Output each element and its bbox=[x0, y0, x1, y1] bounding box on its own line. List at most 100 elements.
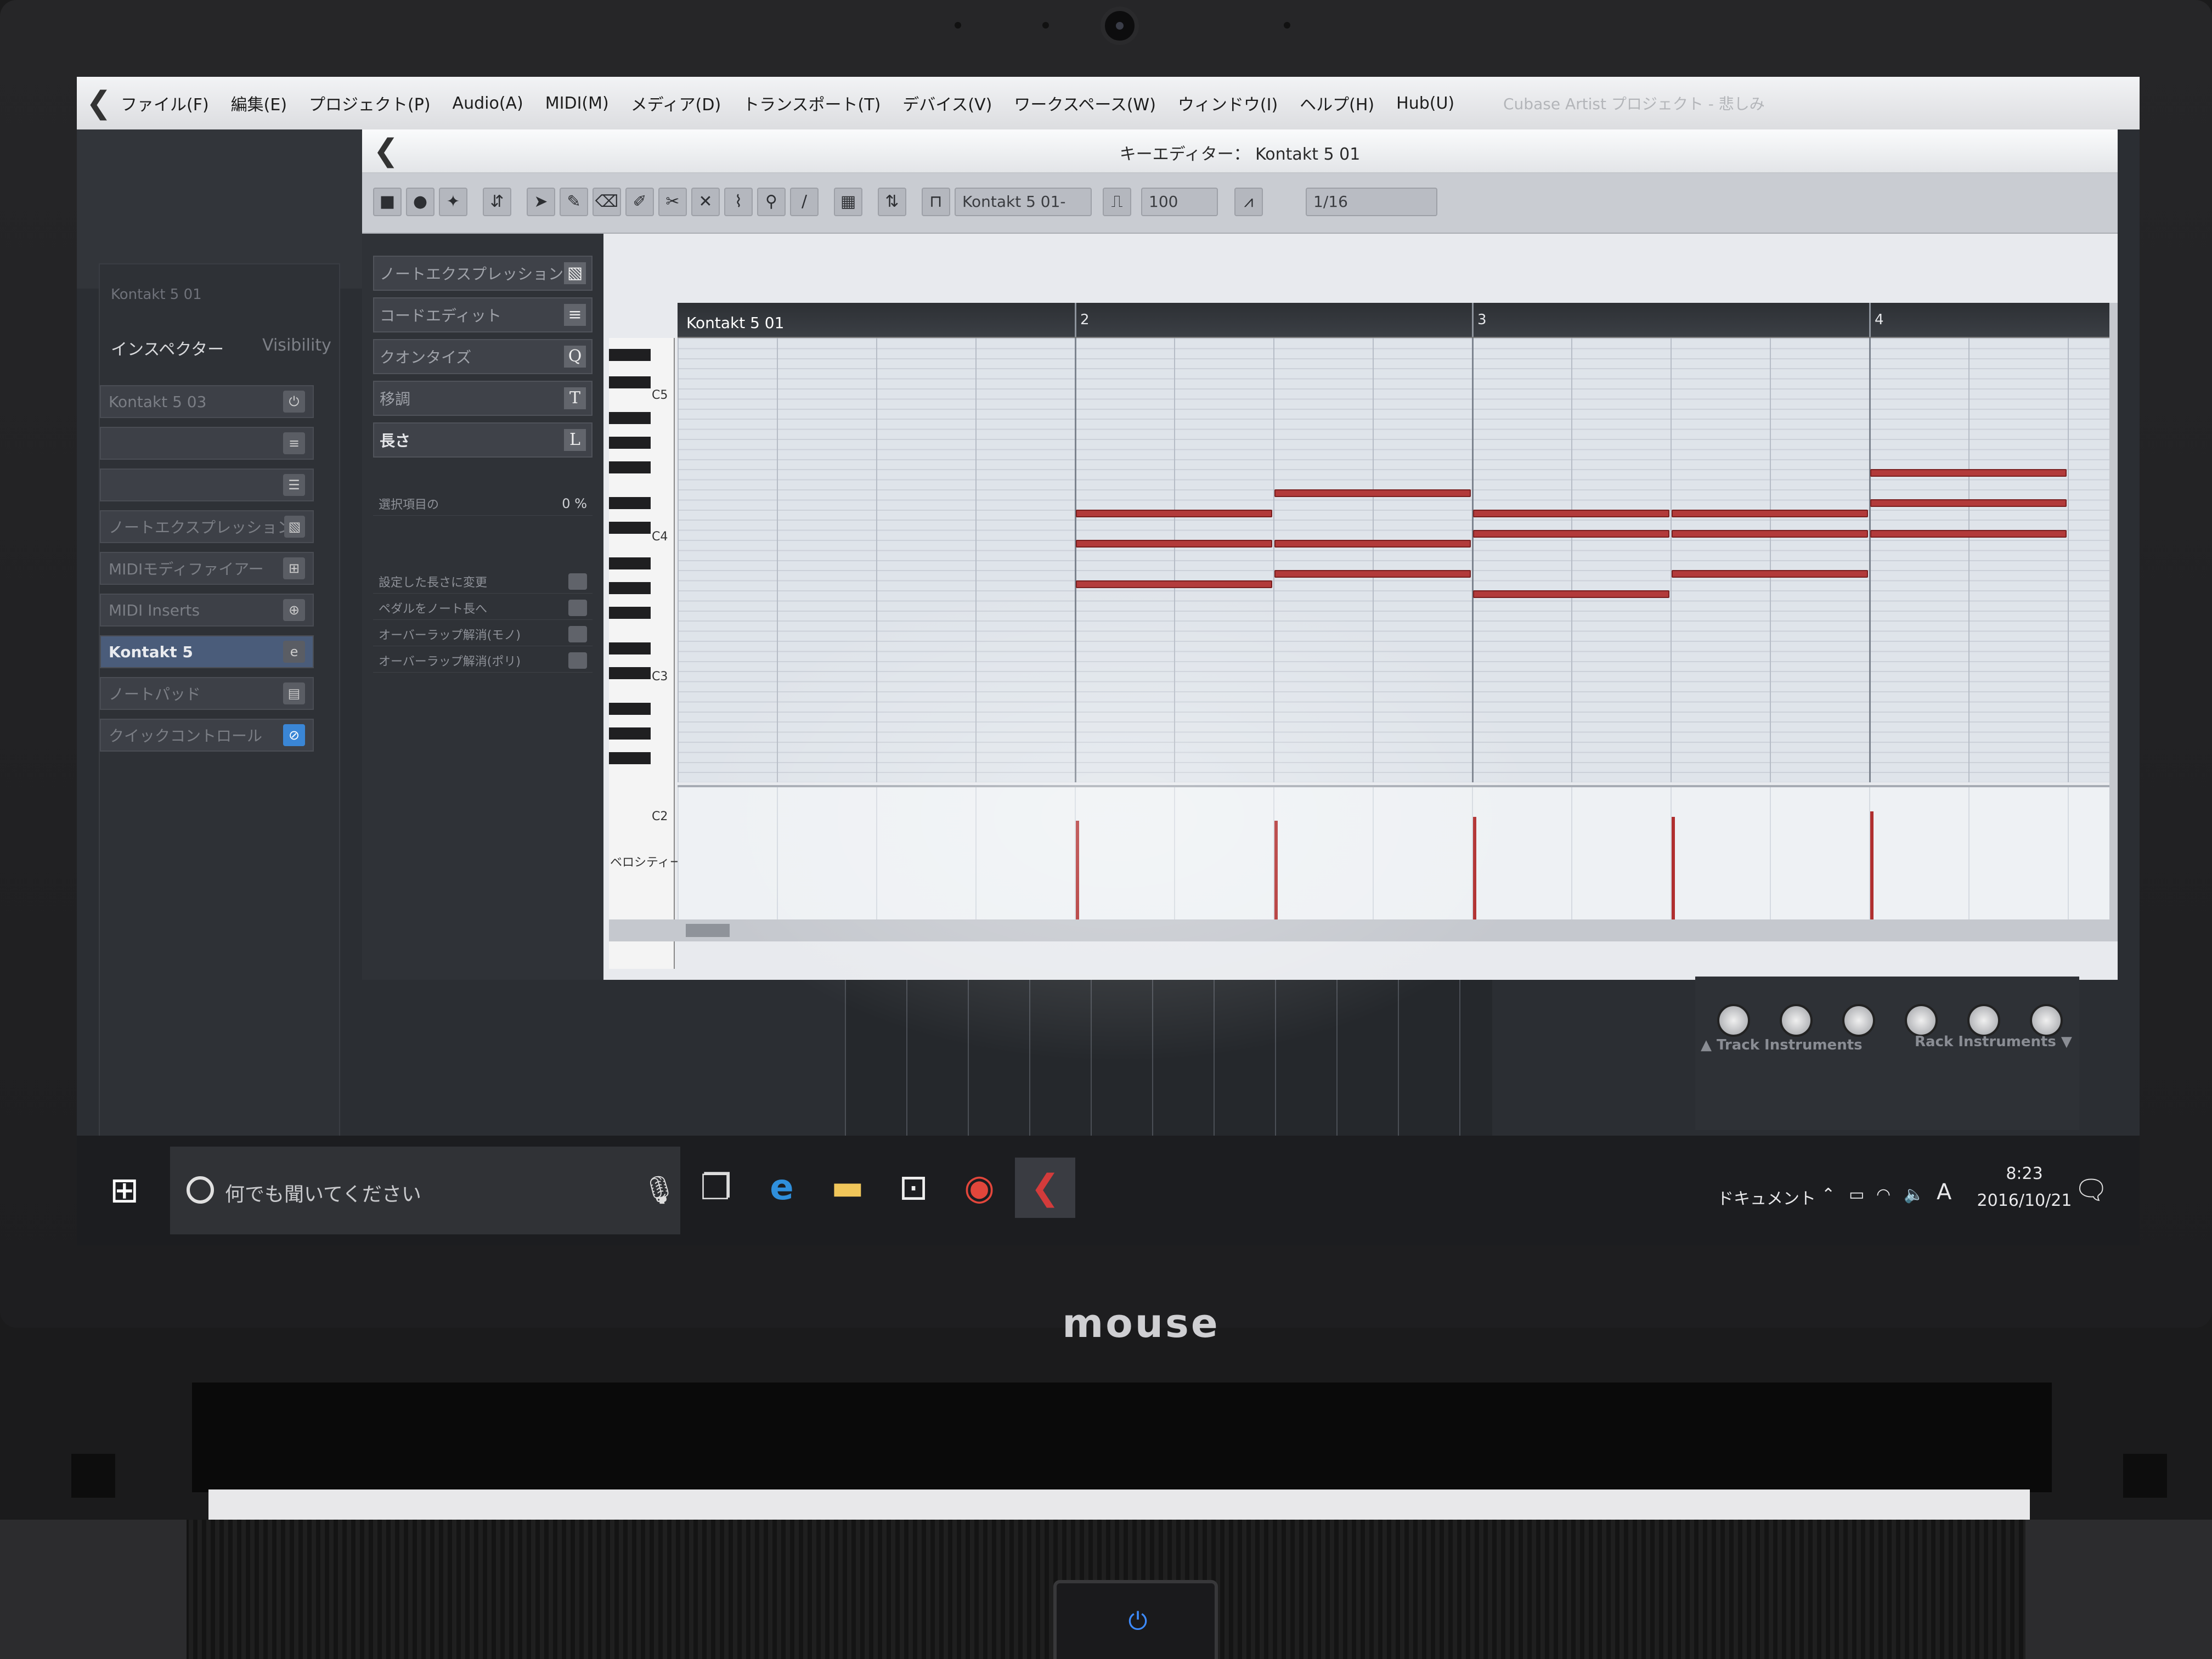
timeline-ruler[interactable]: Kontakt 5 01 2 3 4 bbox=[678, 303, 2109, 338]
midi-note[interactable] bbox=[1473, 590, 1669, 598]
menu-file[interactable]: ファイル(F) bbox=[121, 91, 209, 115]
inspector-row-instrument[interactable]: Kontakt 5 03 ⏻ bbox=[100, 385, 314, 418]
black-key[interactable] bbox=[609, 522, 651, 534]
menu-edit[interactable]: 編集(E) bbox=[231, 91, 287, 115]
velocity-lane[interactable] bbox=[678, 785, 2109, 919]
inspector-row-midi-inserts[interactable]: MIDI Inserts ⊕ bbox=[100, 594, 314, 627]
midi-note[interactable] bbox=[1076, 540, 1272, 548]
velocity-bar[interactable] bbox=[1870, 811, 1874, 919]
power-icon[interactable]: ⏻ bbox=[283, 391, 305, 413]
quick-control-icon[interactable]: ⊘ bbox=[283, 724, 305, 746]
piano-keyboard[interactable]: C5 C4 C3 C2 bbox=[609, 338, 675, 969]
midi-note[interactable] bbox=[1672, 529, 1868, 538]
black-key[interactable] bbox=[609, 412, 651, 424]
menu-audio[interactable]: Audio(A) bbox=[453, 94, 523, 113]
glue-tool-icon[interactable]: ⌇ bbox=[724, 188, 753, 216]
black-key[interactable] bbox=[609, 497, 651, 509]
quick-control-knob[interactable] bbox=[1905, 1004, 1938, 1037]
apply-icon[interactable] bbox=[568, 625, 587, 642]
inspector-row-quick-controls[interactable]: クイックコントロール ⊘ bbox=[100, 719, 314, 752]
apply-icon[interactable] bbox=[568, 652, 587, 669]
battery-icon[interactable]: ▭ bbox=[1849, 1185, 1864, 1204]
midi-note[interactable] bbox=[1870, 469, 2067, 477]
panel-pedal-to-length[interactable]: ペダルをノート長へ bbox=[373, 596, 592, 620]
menu-devices[interactable]: デバイス(V) bbox=[902, 91, 992, 115]
inspector-row[interactable]: ≡ bbox=[100, 427, 314, 460]
menu-window[interactable]: ウィンドウ(I) bbox=[1178, 91, 1278, 115]
black-key[interactable] bbox=[609, 607, 651, 619]
track-instruments-tab[interactable]: ▲ Track Instruments bbox=[1701, 1037, 1863, 1053]
menu-media[interactable]: メディア(D) bbox=[631, 91, 721, 115]
cortana-search-box[interactable]: 何でも聞いてください 🎙 bbox=[170, 1147, 680, 1234]
black-key[interactable] bbox=[609, 437, 651, 449]
snap-icon[interactable]: ⇅ bbox=[878, 188, 906, 216]
rack-instruments-tab[interactable]: Rack Instruments ▼ bbox=[1915, 1034, 2072, 1050]
microphone-icon[interactable]: 🎙 bbox=[642, 1174, 676, 1206]
menu-help[interactable]: ヘルプ(H) bbox=[1300, 91, 1374, 115]
cut-tool-icon[interactable]: ✕ bbox=[691, 188, 720, 216]
tab-visibility[interactable]: Visibility bbox=[262, 336, 331, 360]
black-key[interactable] bbox=[609, 642, 651, 654]
panel-transpose[interactable]: 移調 T bbox=[373, 381, 592, 416]
apply-icon[interactable] bbox=[568, 599, 587, 616]
quick-control-knob[interactable] bbox=[1780, 1004, 1813, 1037]
panel-length[interactable]: 長さ L bbox=[373, 422, 592, 458]
tab-inspector[interactable]: インスペクター bbox=[111, 336, 224, 360]
toolbar-documents[interactable]: ドキュメント bbox=[1717, 1185, 1816, 1209]
midi-note[interactable] bbox=[1076, 509, 1272, 517]
eraser-tool-icon[interactable]: ⌫ bbox=[592, 188, 621, 216]
midi-note[interactable] bbox=[1274, 489, 1471, 497]
power-icon[interactable]: ⏻ bbox=[1127, 1610, 1149, 1634]
edge-browser-icon[interactable]: e bbox=[752, 1158, 812, 1218]
midi-note[interactable] bbox=[1274, 540, 1471, 548]
inspector-row-note-expression[interactable]: ノートエクスプレッション ▧ bbox=[100, 510, 314, 543]
black-key[interactable] bbox=[609, 667, 651, 679]
black-key[interactable] bbox=[609, 349, 651, 361]
scroll-thumb[interactable] bbox=[686, 924, 730, 937]
black-key[interactable] bbox=[609, 557, 651, 569]
zoom-tool-icon[interactable]: ⚲ bbox=[757, 188, 786, 216]
inspector-row[interactable]: ☰ bbox=[100, 469, 314, 501]
windows-start-icon[interactable]: ⊞ bbox=[110, 1169, 154, 1212]
midi-note[interactable] bbox=[1672, 509, 1868, 517]
menu-transport[interactable]: トランスポート(T) bbox=[743, 91, 881, 115]
inspector-row-midi-modifiers[interactable]: MIDIモディファイアー ⊞ bbox=[100, 552, 314, 585]
tray-up-arrow-icon[interactable]: ⌃ bbox=[1821, 1185, 1835, 1204]
system-clock[interactable]: 8:23 2016/10/21 bbox=[1970, 1164, 2079, 1210]
pencil-tool-icon[interactable]: ✎ bbox=[560, 188, 588, 216]
pointer-tool-icon[interactable]: ➤ bbox=[527, 188, 555, 216]
horizontal-scrollbar[interactable] bbox=[609, 919, 2140, 941]
insert-velocity-field[interactable]: 100 bbox=[1141, 188, 1218, 216]
quick-control-knob[interactable] bbox=[2030, 1004, 2063, 1037]
quantize-apply-icon[interactable]: ⩘ bbox=[1234, 188, 1263, 216]
draw-tool-icon[interactable]: ✐ bbox=[625, 188, 654, 216]
menu-midi[interactable]: MIDI(M) bbox=[545, 94, 609, 113]
black-key[interactable] bbox=[609, 752, 651, 764]
step-input-icon[interactable]: ⎍ bbox=[1103, 188, 1131, 216]
volume-icon[interactable]: 🔈 bbox=[1904, 1185, 1924, 1204]
apply-icon[interactable] bbox=[568, 573, 587, 590]
grid-icon[interactable]: ▦ bbox=[834, 188, 862, 216]
part-icon[interactable]: ⊓ bbox=[922, 188, 950, 216]
velocity-bar[interactable] bbox=[1672, 817, 1675, 919]
task-view-icon[interactable]: ❐ bbox=[686, 1158, 746, 1218]
inserts-icon[interactable]: ⇵ bbox=[483, 188, 511, 216]
cubase-logo-icon[interactable]: ❮ bbox=[77, 81, 121, 125]
velocity-bar[interactable] bbox=[1274, 821, 1278, 919]
quick-control-knob[interactable] bbox=[1717, 1004, 1750, 1037]
length-scale-row[interactable]: 選択項目の 0 % bbox=[373, 492, 592, 516]
autoscroll-icon[interactable]: ✦ bbox=[439, 188, 467, 216]
panel-quantize[interactable]: クオンタイズ Q bbox=[373, 339, 592, 374]
edit-instrument-icon[interactable]: e bbox=[283, 641, 305, 663]
panel-overlap-mono[interactable]: オーバーラップ解消(モノ) bbox=[373, 622, 592, 646]
store-icon[interactable]: ⊡ bbox=[883, 1158, 944, 1218]
split-tool-icon[interactable]: ✂ bbox=[658, 188, 687, 216]
quick-control-knob[interactable] bbox=[1842, 1004, 1875, 1037]
velocity-bar[interactable] bbox=[1473, 817, 1476, 919]
black-key[interactable] bbox=[609, 376, 651, 388]
menu-workspace[interactable]: ワークスペース(W) bbox=[1014, 91, 1156, 115]
black-key[interactable] bbox=[609, 727, 651, 740]
panel-note-expression[interactable]: ノートエクスプレッション ▧ bbox=[373, 256, 592, 291]
file-explorer-icon[interactable]: ▬ bbox=[817, 1158, 878, 1218]
black-key[interactable] bbox=[609, 582, 651, 594]
